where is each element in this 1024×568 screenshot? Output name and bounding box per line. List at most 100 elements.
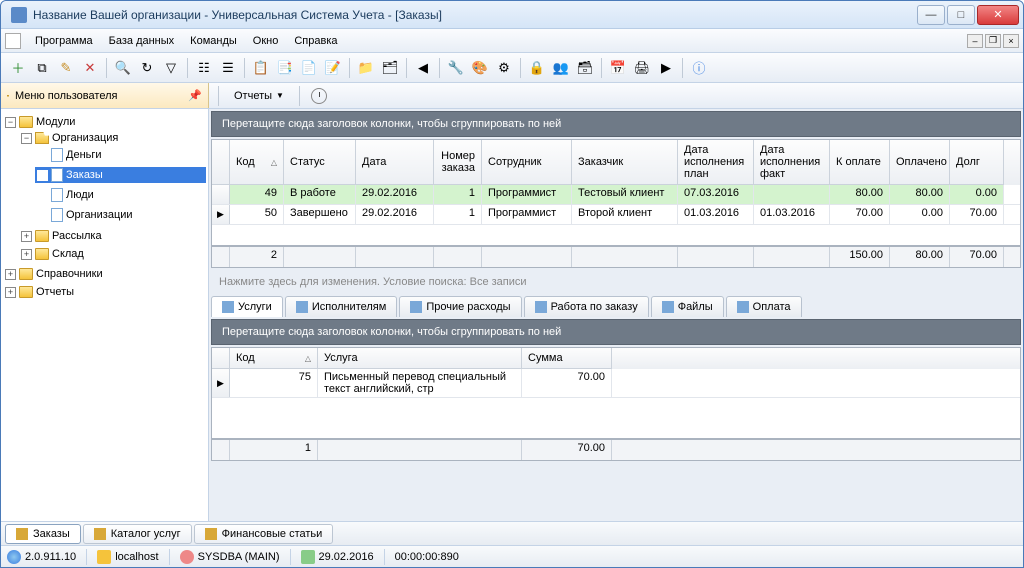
detail-group-hint[interactable]: Перетащите сюда заголовок колонки, чтобы… xyxy=(211,319,1021,345)
tab-files[interactable]: Файлы xyxy=(651,296,724,317)
calendar-icon xyxy=(301,550,315,564)
col-nomer[interactable]: Номер заказа xyxy=(434,140,482,185)
minimize-button[interactable]: — xyxy=(917,5,945,25)
lock-icon[interactable]: 🔒 xyxy=(526,57,548,79)
tb-icon-5[interactable]: 📄 xyxy=(298,57,320,79)
maximize-button[interactable]: □ xyxy=(947,5,975,25)
col-fact[interactable]: Дата исполнения факт xyxy=(754,140,830,185)
expand-icon[interactable]: − xyxy=(5,117,16,128)
col-data[interactable]: Дата xyxy=(356,140,434,185)
orders-grid[interactable]: Код△ Статус Дата Номер заказа Сотрудник … xyxy=(211,139,1021,268)
tab-payment[interactable]: Оплата xyxy=(726,296,802,317)
btab-catalog[interactable]: Каталог услуг xyxy=(83,524,192,544)
tb-icon-8[interactable]: 🗂 xyxy=(379,57,401,79)
tab-services[interactable]: Услуги xyxy=(211,296,283,317)
expand-icon[interactable]: − xyxy=(21,133,32,144)
tb-icon-10[interactable]: ⚙ xyxy=(493,57,515,79)
col-plan[interactable]: Дата исполнения план xyxy=(678,140,754,185)
expand-icon[interactable]: + xyxy=(5,269,16,280)
users-icon[interactable]: 👥 xyxy=(550,57,572,79)
tb-icon-9[interactable]: ◀ xyxy=(412,57,434,79)
col-zak[interactable]: Заказчик xyxy=(572,140,678,185)
tree-mail[interactable]: Рассылка xyxy=(52,230,102,242)
menu-program[interactable]: Программа xyxy=(27,32,101,50)
services-grid[interactable]: Код△ Услуга Сумма ▶ 75 Письменный перево… xyxy=(211,347,1021,461)
row-indicator-icon: ▶ xyxy=(212,205,230,224)
calendar-icon[interactable]: 📅 xyxy=(607,57,629,79)
tb-icon-2[interactable]: ☰ xyxy=(217,57,239,79)
user-menu-label: Меню пользователя xyxy=(15,90,182,102)
tb-icon-3[interactable]: 📋 xyxy=(250,57,272,79)
tb-icon-7[interactable]: 📁 xyxy=(355,57,377,79)
tree-people[interactable]: Люди xyxy=(66,189,94,201)
tb-icon-1[interactable]: ☷ xyxy=(193,57,215,79)
tab-expenses[interactable]: Прочие расходы xyxy=(399,296,521,317)
dcol-kod[interactable]: Код△ xyxy=(230,348,318,369)
reports-dropdown[interactable]: Отчеты ▼ xyxy=(230,88,288,104)
tree-money[interactable]: Деньги xyxy=(66,149,102,161)
mdi-minimize[interactable]: – xyxy=(967,34,983,48)
user-icon xyxy=(180,550,194,564)
btab-finance[interactable]: Финансовые статьи xyxy=(194,524,334,544)
menu-database[interactable]: База данных xyxy=(101,32,183,50)
tab-executors[interactable]: Исполнителям xyxy=(285,296,397,317)
tb-icon-6[interactable]: 📝 xyxy=(322,57,344,79)
nav-tree[interactable]: −Модули −Организация Деньги Заказы Люди … xyxy=(1,109,209,521)
tools-icon[interactable]: 🔧 xyxy=(445,57,467,79)
tree-modules[interactable]: Модули xyxy=(36,116,75,128)
col-sotr[interactable]: Сотрудник xyxy=(482,140,572,185)
copy-icon[interactable]: ⧉ xyxy=(31,57,53,79)
edit-icon[interactable]: ✎ xyxy=(55,57,77,79)
tree-rpts[interactable]: Отчеты xyxy=(36,286,74,298)
grid-footer: 2 150.00 80.00 70.00 xyxy=(212,245,1020,267)
tab-icon xyxy=(737,301,749,313)
tb-icon-11[interactable]: 🗃 xyxy=(574,57,596,79)
mdi-restore[interactable]: ❐ xyxy=(985,34,1001,48)
tree-org[interactable]: Организация xyxy=(52,132,118,144)
pin-icon[interactable]: 📌 xyxy=(188,89,202,102)
close-button[interactable]: ✕ xyxy=(977,5,1019,25)
menu-window[interactable]: Окно xyxy=(245,32,287,50)
table-row[interactable]: ▶ 50 Завершено 29.02.2016 1 Программист … xyxy=(212,205,1020,225)
titlebar: Название Вашей организации - Универсальн… xyxy=(1,1,1023,29)
tree-warehouse[interactable]: Склад xyxy=(52,248,84,260)
tree-orders[interactable]: Заказы xyxy=(66,169,103,181)
menu-help[interactable]: Справка xyxy=(286,32,345,50)
col-status[interactable]: Статус xyxy=(284,140,356,185)
palette-icon[interactable]: 🎨 xyxy=(469,57,491,79)
group-hint-bar[interactable]: Перетащите сюда заголовок колонки, чтобы… xyxy=(211,111,1021,137)
play-icon[interactable]: ▶ xyxy=(655,57,677,79)
refresh-icon[interactable]: ↻ xyxy=(136,57,158,79)
filter-icon[interactable]: ▽ xyxy=(160,57,182,79)
dcol-usl[interactable]: Услуга xyxy=(318,348,522,369)
info-icon[interactable]: ⓘ xyxy=(688,57,710,79)
menu-commands[interactable]: Команды xyxy=(182,32,245,50)
folder-icon xyxy=(19,116,33,128)
expand-icon[interactable]: + xyxy=(21,249,32,260)
tree-orgs[interactable]: Организации xyxy=(66,209,133,221)
btab-orders[interactable]: Заказы xyxy=(5,524,81,544)
print-icon[interactable]: 🖨 xyxy=(631,57,653,79)
add-icon[interactable]: ＋ xyxy=(7,57,29,79)
col-opl[interactable]: К оплате xyxy=(830,140,890,185)
col-dolg[interactable]: Долг xyxy=(950,140,1004,185)
table-row[interactable]: ▶ 75 Письменный перевод специальный текс… xyxy=(212,369,1020,398)
search-icon[interactable]: 🔍 xyxy=(112,57,134,79)
dcol-sum[interactable]: Сумма xyxy=(522,348,612,369)
user-menu-panel-header[interactable]: Меню пользователя 📌 xyxy=(1,83,209,108)
status-time: 00:00:00:890 xyxy=(395,551,459,563)
table-row[interactable]: 49 В работе 29.02.2016 1 Программист Тес… xyxy=(212,185,1020,205)
expand-icon[interactable]: + xyxy=(21,231,32,242)
tab-work[interactable]: Работа по заказу xyxy=(524,296,649,317)
tree-refs[interactable]: Справочники xyxy=(36,268,103,280)
clock-icon[interactable] xyxy=(311,88,327,104)
globe-icon xyxy=(7,550,21,564)
delete-icon[interactable]: ✕ xyxy=(79,57,101,79)
expand-icon[interactable]: + xyxy=(5,287,16,298)
mdi-close[interactable]: × xyxy=(1003,34,1019,48)
col-kod[interactable]: Код△ xyxy=(230,140,284,185)
search-condition-bar[interactable]: Нажмите здесь для изменения. Условие пои… xyxy=(211,272,1021,292)
tab-icon xyxy=(205,528,217,540)
col-paid[interactable]: Оплачено xyxy=(890,140,950,185)
tb-icon-4[interactable]: 📑 xyxy=(274,57,296,79)
